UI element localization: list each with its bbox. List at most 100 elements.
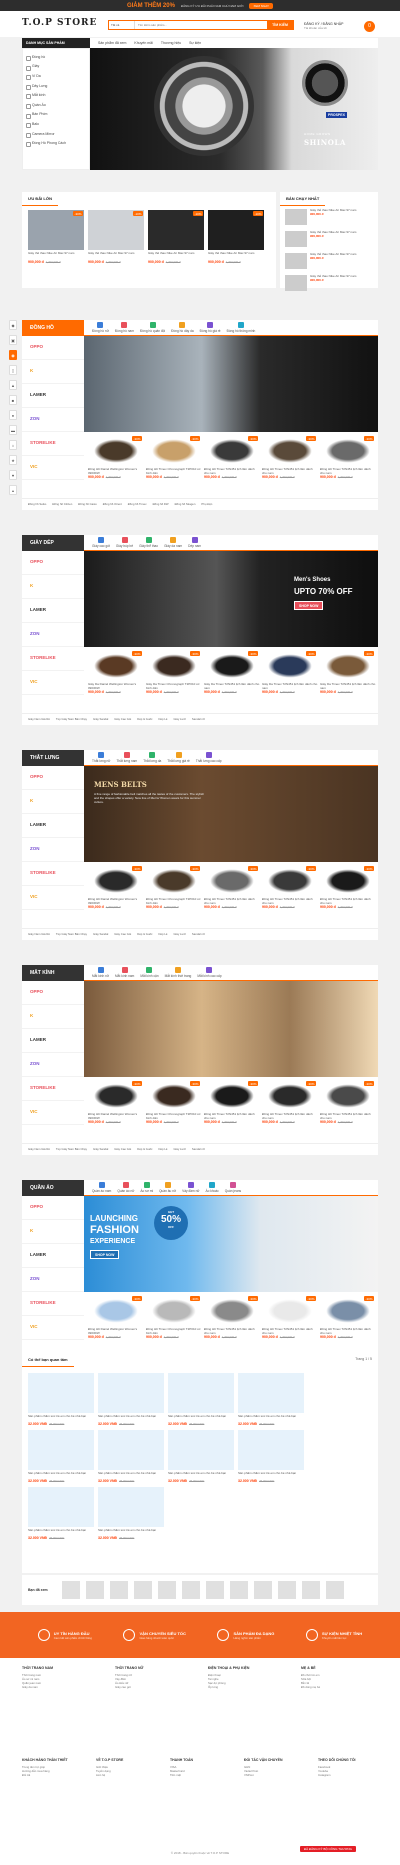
product-card[interactable]: -30% Đồng Hồ Daniel Wellington Women's 09… bbox=[88, 1296, 144, 1352]
brand-logo[interactable]: OPPO bbox=[22, 1196, 84, 1220]
section-tag-link[interactable]: Dép & Guốc bbox=[137, 1147, 152, 1151]
section-title[interactable]: MẮT KÍNH bbox=[22, 964, 84, 981]
product-card[interactable]: -30% Đồng Hồ Timex T2N451 lịch lãm dành c… bbox=[204, 1296, 260, 1352]
bestseller-item[interactable]: Giày thể thao Nike Air Max 97 nam 900,000… bbox=[280, 228, 378, 250]
section-tag-link[interactable]: Đồng hồ Casio bbox=[78, 502, 97, 506]
brand-logo[interactable]: STORELIKE bbox=[22, 647, 84, 671]
viewed-thumb[interactable] bbox=[205, 1581, 224, 1599]
categories-button[interactable]: DANH MỤC SẢN PHẨM bbox=[22, 38, 90, 48]
brand-logo[interactable]: K bbox=[22, 360, 84, 384]
footer-link[interactable]: Ốp lưng bbox=[208, 1685, 285, 1689]
promo-button[interactable]: XEM NGAY bbox=[249, 2, 274, 9]
recommend-pagination[interactable]: Trang 1 / 5 bbox=[355, 1357, 372, 1361]
section-banner[interactable] bbox=[84, 981, 378, 1077]
category-menu-item[interactable]: Quần Áo bbox=[23, 100, 89, 110]
recommend-card[interactable]: Sản phẩm chăm sóc trẻ em cho bé nhà bạn 3… bbox=[28, 1487, 94, 1540]
section-tag-link[interactable]: Giày Lười bbox=[174, 717, 186, 721]
deal-card[interactable]: -30% Giày thể thao Nike Air Max 97 nam 900… bbox=[28, 210, 84, 264]
floating-nav-shoe-icon[interactable]: ▲ bbox=[9, 380, 17, 390]
recommend-card[interactable]: Sản phẩm chăm sóc trẻ em cho bé nhà bạn 3… bbox=[28, 1430, 94, 1483]
section-tag-link[interactable]: Giày Nam Giá Rẻ bbox=[28, 717, 50, 721]
recommend-card[interactable]: Sản phẩm chăm sóc trẻ em cho bé nhà bạn 3… bbox=[238, 1373, 304, 1426]
floating-nav-heart-icon[interactable]: ♥ bbox=[9, 470, 17, 480]
section-title[interactable]: ĐỒNG HỒ bbox=[22, 319, 84, 336]
site-logo[interactable]: T.O.P STORE bbox=[22, 18, 97, 28]
product-card[interactable]: -30% Đồng Hồ Timex T2N451 lịch lãm dành c… bbox=[204, 436, 260, 492]
section-tab[interactable]: Quần áo nam bbox=[92, 1182, 111, 1193]
product-card[interactable]: -30% Đồng Hồ Timex T2N451 lịch lãm dành c… bbox=[320, 1296, 376, 1352]
product-card[interactable]: -30% Đồng Hồ Timex Chronograph T2P010 cơ … bbox=[146, 866, 202, 922]
section-tag-link[interactable]: Giày Nam Giá Rẻ bbox=[28, 932, 50, 936]
nav-link-promo[interactable]: Khuyến mãi bbox=[134, 41, 152, 45]
brand-logo[interactable]: VIC bbox=[22, 1316, 84, 1340]
section-banner[interactable] bbox=[84, 336, 378, 432]
brand-logo[interactable]: STORELIKE bbox=[22, 432, 84, 456]
section-tab[interactable]: Áo khoác bbox=[205, 1182, 219, 1193]
section-tab[interactable]: Áo sơ mi bbox=[140, 1182, 153, 1193]
section-tab[interactable]: Đồng hồ quân đội bbox=[140, 322, 165, 333]
section-tag-link[interactable]: Giày Cao Gót bbox=[114, 932, 131, 936]
section-tab[interactable]: Dép nam bbox=[188, 537, 201, 548]
brand-logo[interactable]: K bbox=[22, 1005, 84, 1029]
section-banner[interactable]: Men's Shoes UPTO 70% OFF SHOP NOW bbox=[84, 551, 378, 647]
product-card[interactable]: -30% Đồng Hồ Timex T2N451 lịch lãm dành c… bbox=[262, 1296, 318, 1352]
section-tag-link[interactable]: Đồng hồ Seiko bbox=[28, 502, 46, 506]
viewed-thumb[interactable] bbox=[109, 1581, 128, 1599]
category-menu-item[interactable]: Ví Da bbox=[23, 71, 89, 81]
brand-logo[interactable]: ZON bbox=[22, 1053, 84, 1077]
section-tab[interactable]: Thắt lưng nữ bbox=[92, 752, 110, 763]
floating-nav-star-icon[interactable]: ★ bbox=[9, 455, 17, 465]
recommend-card[interactable]: Sản phẩm chăm sóc trẻ em cho bé nhà bạn 3… bbox=[98, 1487, 164, 1540]
bestseller-item[interactable]: Giày thể thao Nike Air Max 97 nam 900,000… bbox=[280, 250, 378, 272]
viewed-thumb[interactable] bbox=[157, 1581, 176, 1599]
search-input[interactable] bbox=[135, 21, 267, 29]
section-tab[interactable]: Mắt kính cận bbox=[140, 967, 159, 978]
section-tag-link[interactable]: Giày Lười bbox=[174, 932, 186, 936]
category-menu-item[interactable]: Bán Phím bbox=[23, 110, 89, 120]
section-tab[interactable]: Thắt lưng giá rẻ bbox=[167, 752, 190, 763]
section-tab[interactable]: Giày búp bê bbox=[116, 537, 133, 548]
footer-link[interactable]: Đồ dùng mẹ bé bbox=[301, 1685, 378, 1689]
brand-logo[interactable]: VIC bbox=[22, 1101, 84, 1125]
brand-logo[interactable]: OPPO bbox=[22, 551, 84, 575]
section-tab[interactable]: Đồng hồ nữ bbox=[92, 322, 109, 333]
section-tag-link[interactable]: Đồng hồ DW bbox=[153, 502, 169, 506]
brand-logo[interactable]: LAMER bbox=[22, 1029, 84, 1053]
deal-card[interactable]: -10% Giày thể thao Nike Air Max 97 nam 900… bbox=[148, 210, 204, 264]
section-tag-link[interactable]: Dép & Guốc bbox=[137, 717, 152, 721]
viewed-thumb[interactable] bbox=[301, 1581, 320, 1599]
section-tag-link[interactable]: Túp Giày Nam Bán Chạy bbox=[56, 1147, 87, 1151]
recommend-card[interactable]: Sản phẩm chăm sóc trẻ em cho bé nhà bạn 3… bbox=[28, 1373, 94, 1426]
section-tab[interactable]: Quần jeans bbox=[225, 1182, 241, 1193]
bestseller-item[interactable]: Giày thể thao Nike Air Max 97 nam 900,000… bbox=[280, 206, 378, 228]
section-tab[interactable]: Mắt kính thời trang bbox=[165, 967, 191, 978]
footer-link[interactable]: Liên hệ bbox=[96, 1773, 156, 1777]
section-tab[interactable]: Đồng hồ thông minh bbox=[227, 322, 255, 333]
section-tab[interactable]: Đồng hồ giá rẻ bbox=[200, 322, 221, 333]
section-tab[interactable]: Mắt kính nam bbox=[115, 967, 134, 978]
section-tag-link[interactable]: Sandal nữ bbox=[192, 932, 205, 936]
product-card[interactable]: -30% Đồng Hồ Timex T2N451 lịch lãm dành c… bbox=[262, 1081, 318, 1137]
footer-link[interactable]: Đổi trả bbox=[22, 1773, 82, 1777]
cart-icon[interactable]: 0 bbox=[364, 21, 375, 32]
section-tag-link[interactable]: Giày Sandal bbox=[93, 1147, 108, 1151]
product-card[interactable]: -30% Giày Da Timex T2N451 lịch lãm dành c… bbox=[262, 651, 318, 707]
section-banner[interactable]: MENS BELTS A fine range of fashionable be… bbox=[84, 766, 378, 862]
section-tab[interactable]: Giày da nam bbox=[164, 537, 182, 548]
footer-link[interactable]: VNPost bbox=[244, 1773, 304, 1777]
recommend-card[interactable]: Sản phẩm chăm sóc trẻ em cho bé nhà bạn 3… bbox=[98, 1373, 164, 1426]
footer-link[interactable]: Giày da nam bbox=[22, 1685, 99, 1689]
footer-link[interactable]: Tiền mặt bbox=[170, 1773, 230, 1777]
banner-shop-button[interactable]: SHOP NOW bbox=[90, 1250, 120, 1259]
section-tag-link[interactable]: Túp Giày Nam Bán Chạy bbox=[56, 717, 87, 721]
section-tab[interactable]: Váy đầm nữ bbox=[182, 1182, 199, 1193]
section-tag-link[interactable]: Đồng hồ Citizen bbox=[52, 502, 72, 506]
brand-logo[interactable]: OPPO bbox=[22, 766, 84, 790]
category-menu-item[interactable]: Balo bbox=[23, 119, 89, 129]
section-tag-link[interactable]: Sandal nữ bbox=[192, 1147, 205, 1151]
section-tab[interactable]: Thắt lưng da bbox=[143, 752, 161, 763]
section-tag-link[interactable]: Túp Giày Nam Bán Chạy bbox=[56, 932, 87, 936]
category-menu-item[interactable]: Giày bbox=[23, 62, 89, 72]
brand-logo[interactable]: ZON bbox=[22, 408, 84, 432]
recommend-card[interactable]: Sản phẩm chăm sóc trẻ em cho bé nhà bạn 3… bbox=[168, 1373, 234, 1426]
